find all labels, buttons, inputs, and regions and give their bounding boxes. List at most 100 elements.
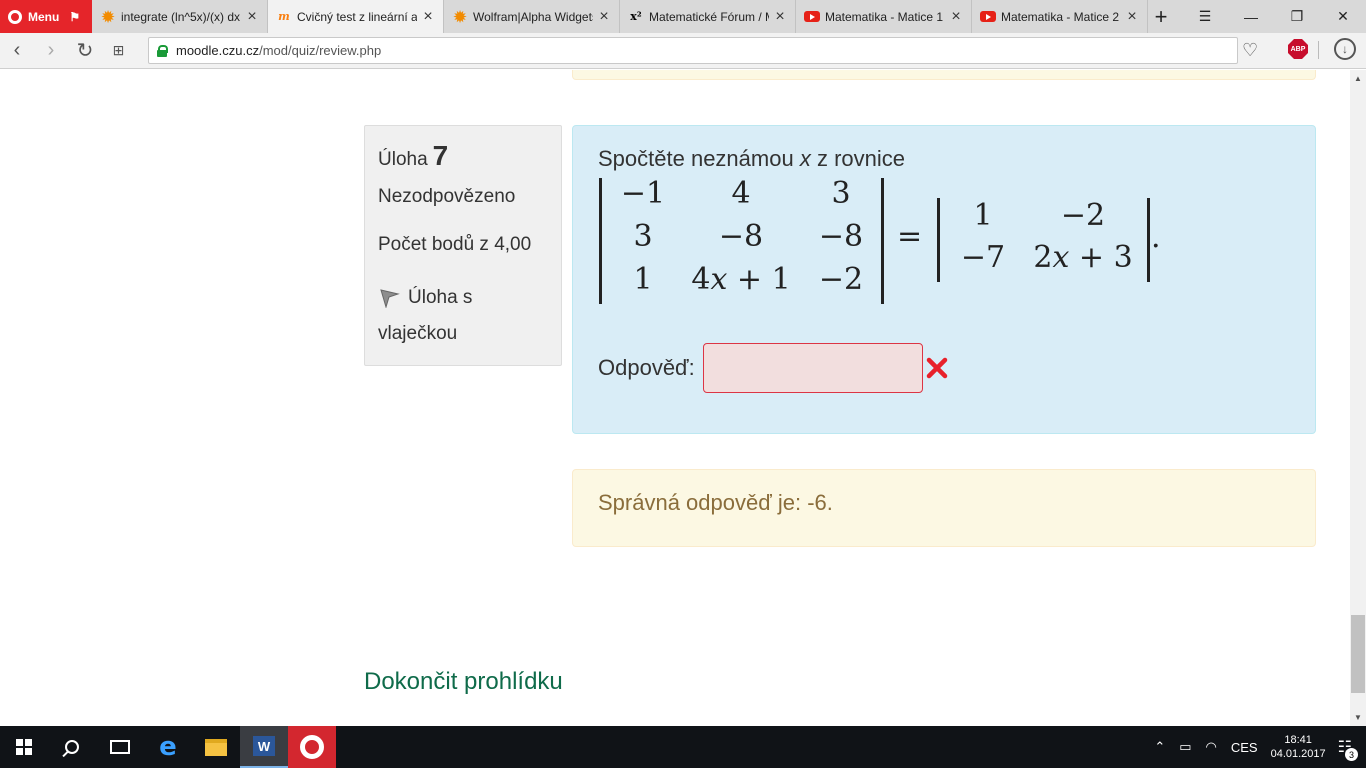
language-indicator[interactable]: CES <box>1231 740 1258 755</box>
edge-app[interactable]: e <box>144 726 192 768</box>
tab-title: Wolfram|Alpha Widgets <box>473 9 593 24</box>
question-info: Úloha 7 Nezodpovězeno Počet bodů z 4,00 … <box>364 125 562 366</box>
youtube-icon <box>980 11 996 22</box>
tab-title: Matematika - Matice 1 <box>825 9 944 24</box>
tab-integrate[interactable]: ✹ integrate (ln^5x)/(x) dx × <box>92 0 268 33</box>
device-icon[interactable]: ▭ <box>1179 739 1191 755</box>
close-window-icon[interactable]: ✕ <box>1320 0 1366 33</box>
question-grade: Počet bodů z 4,00 <box>378 234 532 255</box>
right-answer-text: Správná odpověď je: -6. <box>598 490 833 515</box>
flag-label-line2: vlaječkou <box>378 323 458 344</box>
menu-label: Menu <box>28 9 60 24</box>
action-center-icon[interactable]: ☷ 3 <box>1338 737 1358 761</box>
search-icon <box>65 740 79 754</box>
opera-app[interactable] <box>288 726 336 768</box>
tab-menu-icon[interactable]: ☰ <box>1182 0 1228 33</box>
browser-tabstrip: Menu ⚑ ✹ integrate (ln^5x)/(x) dx × m Cv… <box>0 0 1366 33</box>
question-outcome: Správná odpověď je: -6. <box>572 469 1316 547</box>
scroll-up-icon[interactable]: ▲ <box>1350 70 1366 87</box>
answer-row: Odpověď: <box>598 343 949 393</box>
question-text-variable: x <box>799 146 811 171</box>
window-controls: ☰ — ❐ ✕ <box>1182 0 1366 33</box>
task-view-button[interactable] <box>96 726 144 768</box>
x2-icon: x² <box>630 10 642 23</box>
file-explorer-icon <box>205 738 227 756</box>
clock[interactable]: 18:41 04.01.2017 <box>1271 733 1326 761</box>
clock-date: 04.01.2017 <box>1270 748 1326 760</box>
tab-matice-1[interactable]: Matematika - Matice 1 × <box>796 0 972 33</box>
secure-lock-icon <box>157 44 168 57</box>
forward-icon[interactable]: › <box>34 33 68 69</box>
tab-matice-2[interactable]: Matematika - Matice 2 × <box>972 0 1148 33</box>
tab-title: Matematické Fórum / Matice <box>649 9 769 24</box>
clock-time: 18:41 <box>1284 734 1312 746</box>
flow-flag-icon[interactable]: ⚑ <box>69 10 80 24</box>
show-hidden-icons-icon[interactable]: ⌃ <box>1154 739 1165 755</box>
windows-taskbar: e W ⌃ ▭ ◠ CES 18:41 04.01.2017 ☷ 3 <box>0 726 1366 768</box>
opera-icon <box>300 735 324 759</box>
minimize-icon[interactable]: — <box>1228 0 1274 33</box>
scroll-down-icon[interactable]: ▼ <box>1350 709 1366 726</box>
edge-icon: e <box>159 732 177 762</box>
wifi-icon[interactable]: ◠ <box>1206 739 1217 755</box>
question-text-after: z rovnice <box>816 146 905 171</box>
speed-dial-icon[interactable]: ⊞ <box>102 33 136 69</box>
equals-sign: = <box>897 219 923 254</box>
maximize-icon[interactable]: ❐ <box>1274 0 1320 33</box>
word-app[interactable]: W <box>240 726 288 768</box>
tab-close-icon[interactable]: × <box>245 8 259 26</box>
incorrect-cross-icon <box>926 357 947 379</box>
url-host: moodle.czu.cz <box>176 43 260 58</box>
matrix-cell: −8 <box>718 219 764 254</box>
flag-icon <box>380 289 400 308</box>
opera-menu-button[interactable]: Menu ⚑ <box>0 0 92 33</box>
download-icon[interactable]: ↓ <box>1334 38 1356 60</box>
answer-input[interactable] <box>702 343 923 393</box>
matrix-cell: 1 <box>633 262 653 297</box>
flag-question-toggle[interactable]: Úloha s vlaječkou <box>378 280 548 352</box>
matrix-cell: 4x + 1 <box>691 262 791 297</box>
search-button[interactable] <box>48 726 96 768</box>
tab-title: Cvičný test z lineární algebry <box>297 9 417 24</box>
file-explorer-app[interactable] <box>192 726 240 768</box>
question-state: Nezodpovězeno <box>378 186 516 207</box>
toolbar-separator <box>1318 41 1319 59</box>
matrix-cell: −2 <box>1060 198 1106 233</box>
matrix-cell: 1 <box>973 198 993 233</box>
determinant-bar <box>1147 198 1150 282</box>
start-button[interactable] <box>0 726 48 768</box>
bookmark-heart-icon[interactable]: ♡ <box>1242 40 1258 61</box>
question-formulation: Spočtěte neznámou x z rovnice −1 4 3 3 −… <box>572 125 1316 434</box>
matrix-cell: −8 <box>818 219 864 254</box>
system-tray: ⌃ ▭ ◠ CES 18:41 04.01.2017 ☷ 3 <box>1147 726 1366 768</box>
new-tab-button[interactable]: + <box>1148 0 1174 33</box>
tab-close-icon[interactable]: × <box>421 8 435 26</box>
tab-close-icon[interactable]: × <box>597 8 611 26</box>
tab-matematicke-forum[interactable]: x² Matematické Fórum / Matice × <box>620 0 796 33</box>
tab-wolfram-widgets[interactable]: ✹ Wolfram|Alpha Widgets × <box>444 0 620 33</box>
wolfram-sun-icon: ✹ <box>101 8 115 26</box>
back-icon[interactable]: ‹ <box>0 33 34 69</box>
address-bar[interactable]: moodle.czu.cz /mod/quiz/review.php <box>148 37 1238 64</box>
notification-count: 3 <box>1345 748 1358 761</box>
tab-close-icon[interactable]: × <box>949 8 963 26</box>
word-icon: W <box>253 736 275 756</box>
previous-question-outcome <box>572 70 1316 80</box>
matrix-cell: 3 <box>831 176 851 211</box>
equation-period: . <box>1151 220 1161 255</box>
tab-close-icon[interactable]: × <box>1125 8 1139 26</box>
browser-navbar: ‹ › ↻ ⊞ moodle.czu.cz /mod/quiz/review.p… <box>0 33 1366 69</box>
finish-review-link[interactable]: Dokončit prohlídku <box>364 668 563 696</box>
youtube-icon <box>804 11 820 22</box>
tab-cvicny-test[interactable]: m Cvičný test z lineární algebry × <box>268 0 444 33</box>
adblock-plus-icon[interactable]: ABP <box>1288 39 1308 59</box>
question-text: Spočtěte neznámou x z rovnice <box>598 146 905 172</box>
matrix-cell: −2 <box>818 262 864 297</box>
reload-icon[interactable]: ↻ <box>68 33 102 69</box>
determinant-equation: −1 4 3 3 −8 −8 1 4x + 1 −2 = 1 −2 −7 2x … <box>597 176 1197 306</box>
tab-close-icon[interactable]: × <box>773 8 787 26</box>
tab-title: Matematika - Matice 2 <box>1001 9 1120 24</box>
question-text-before: Spočtěte neznámou <box>598 146 794 171</box>
scrollbar-thumb[interactable] <box>1351 615 1365 693</box>
opera-logo-icon <box>8 9 22 24</box>
